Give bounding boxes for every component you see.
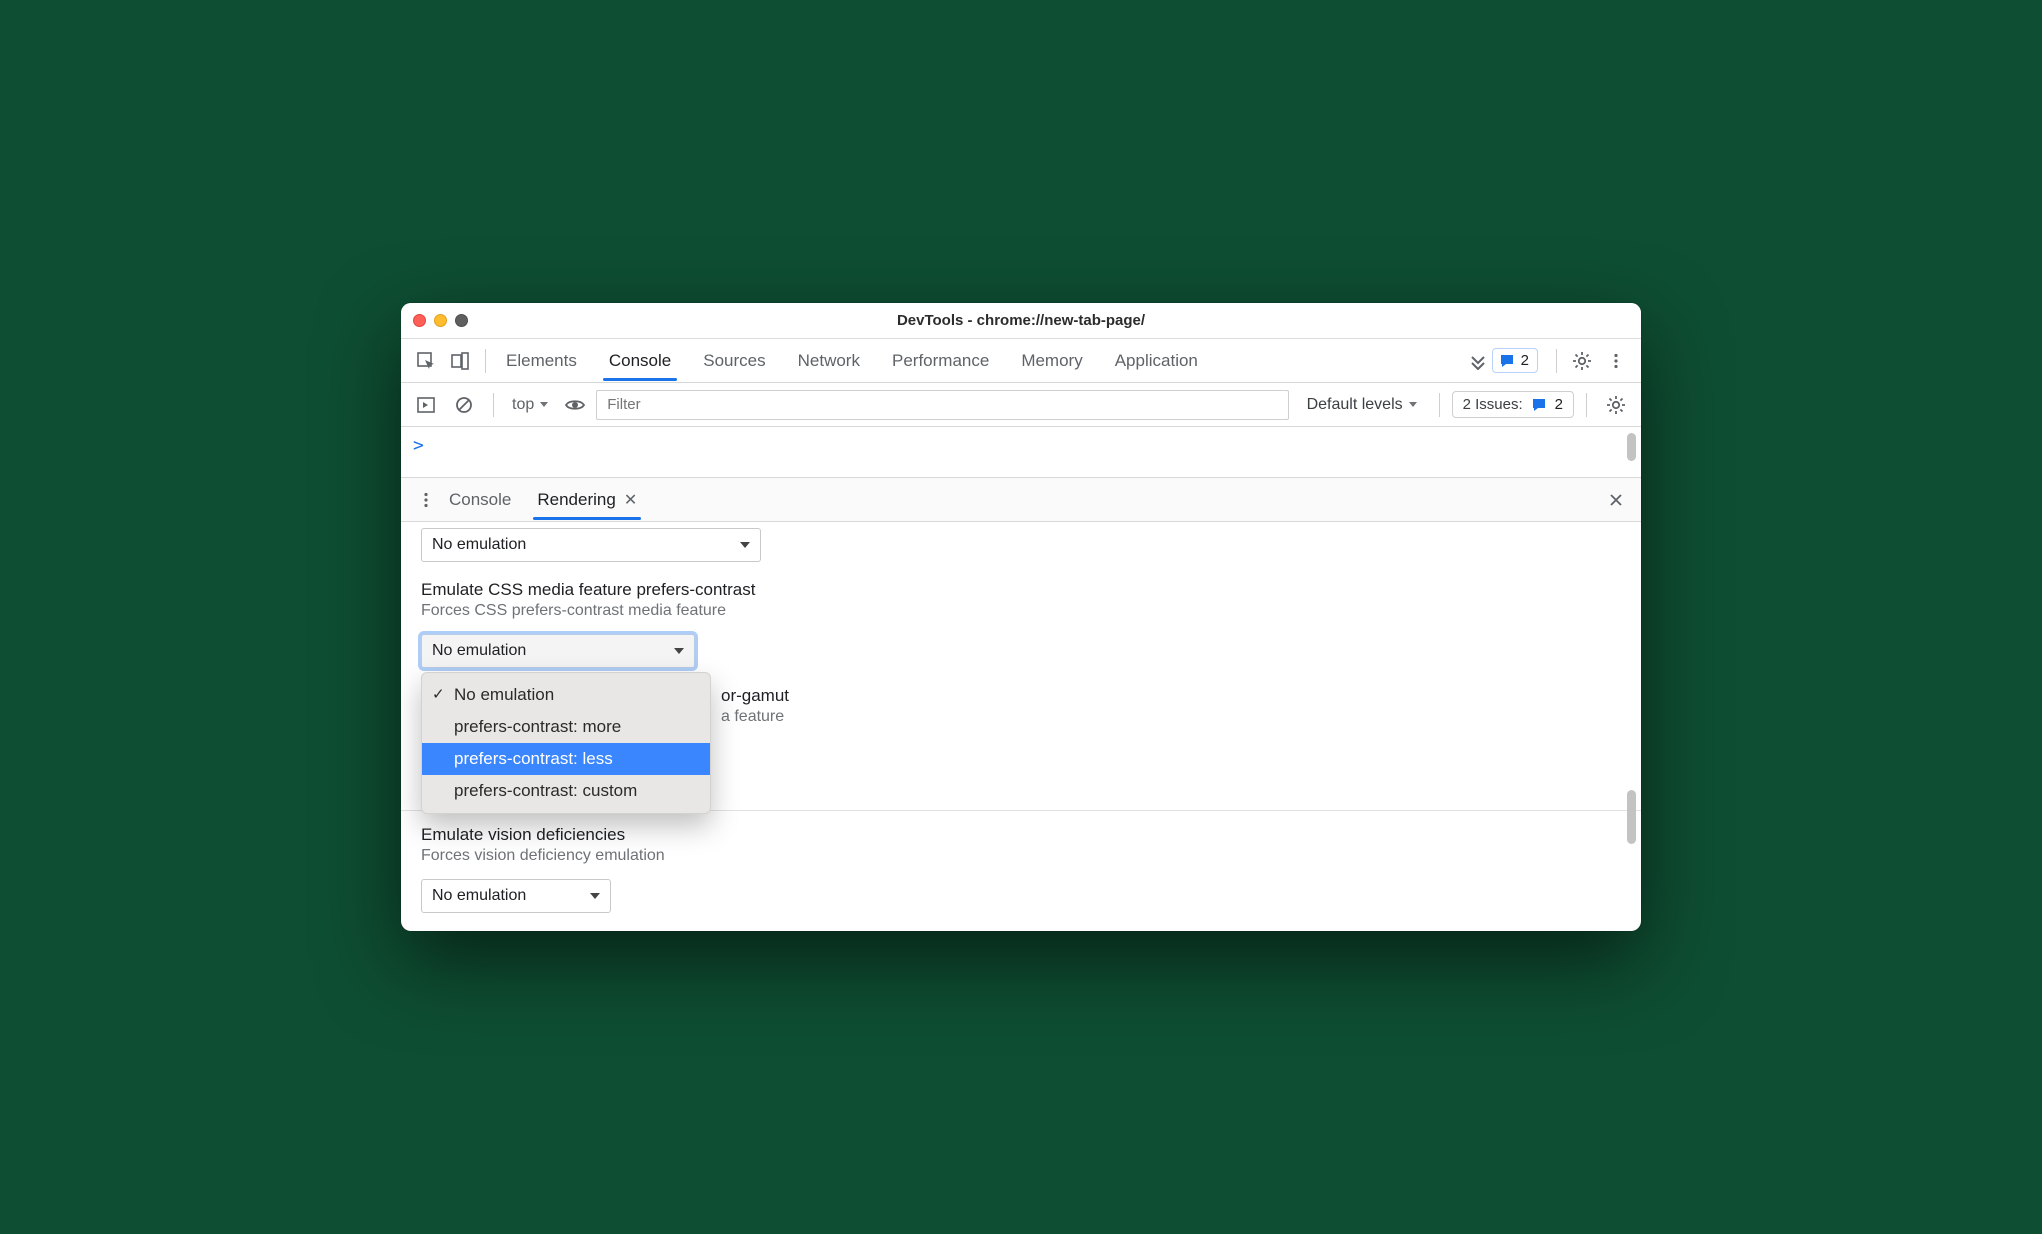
main-tabstrip: Elements Console Sources Network Perform…: [401, 339, 1641, 383]
select-value: No emulation: [432, 887, 526, 905]
devtools-window: DevTools - chrome://new-tab-page/ Elemen…: [401, 303, 1641, 931]
prefers-contrast-options: ✓ No emulation prefers-contrast: more pr…: [421, 672, 711, 814]
chevron-down-icon: [674, 648, 684, 654]
tab-network[interactable]: Network: [796, 341, 862, 380]
chat-bubble-icon: [1531, 397, 1547, 413]
messages-count: 2: [1521, 352, 1529, 369]
window-title: DevTools - chrome://new-tab-page/: [401, 312, 1641, 329]
prefers-contrast-select[interactable]: No emulation: [421, 634, 695, 668]
tab-console[interactable]: Console: [607, 341, 673, 380]
option-prefers-contrast-custom[interactable]: prefers-contrast: custom: [422, 775, 710, 807]
device-toolbar-icon[interactable]: [443, 344, 477, 378]
window-titlebar: DevTools - chrome://new-tab-page/: [401, 303, 1641, 339]
live-expression-eye-icon[interactable]: [558, 388, 592, 422]
drawer-tabstrip: Console Rendering ✕: [401, 478, 1641, 522]
execution-context-label: top: [512, 396, 534, 414]
section-title: Emulate vision deficiencies: [421, 825, 1621, 845]
section-desc: Forces vision deficiency emulation: [421, 847, 1621, 865]
chevron-down-icon: [1409, 402, 1417, 407]
divider: [1439, 393, 1440, 417]
inspect-element-icon[interactable]: [409, 344, 443, 378]
divider: [1586, 393, 1587, 417]
tab-sources[interactable]: Sources: [701, 341, 767, 380]
close-icon[interactable]: ✕: [624, 490, 637, 510]
more-tabs-icon[interactable]: [1464, 344, 1492, 378]
divider: [485, 349, 486, 373]
section-desc: Forces CSS prefers-contrast media featur…: [421, 602, 1621, 620]
drawer-tab-label: Console: [449, 490, 511, 510]
drawer-more-menu-icon[interactable]: [409, 483, 443, 517]
more-menu-icon[interactable]: [1599, 344, 1633, 378]
vision-deficiency-select[interactable]: No emulation: [421, 879, 611, 913]
messages-badge[interactable]: 2: [1492, 348, 1538, 373]
section-title-tail: or-gamut: [721, 686, 789, 706]
issues-count: 2: [1555, 396, 1563, 413]
console-prompt-icon: >: [413, 435, 424, 456]
drawer-tab-label: Rendering: [537, 490, 615, 510]
option-no-emulation[interactable]: ✓ No emulation: [422, 679, 710, 711]
tab-elements[interactable]: Elements: [504, 341, 579, 380]
chat-bubble-icon: [1499, 353, 1515, 369]
log-levels-select[interactable]: Default levels: [1307, 396, 1417, 414]
drawer-close-icon[interactable]: [1599, 483, 1633, 517]
execution-context-select[interactable]: top: [506, 392, 554, 418]
drawer-tabs: Console Rendering ✕: [447, 480, 639, 519]
option-label: prefers-contrast: custom: [454, 781, 637, 800]
tab-application[interactable]: Application: [1113, 341, 1200, 380]
section-prefers-contrast: Emulate CSS media feature prefers-contra…: [401, 562, 1641, 634]
select-value: No emulation: [432, 642, 526, 660]
console-body[interactable]: >: [401, 427, 1641, 477]
drawer-tab-console[interactable]: Console: [447, 480, 513, 519]
drawer-tab-rendering[interactable]: Rendering ✕: [535, 480, 639, 519]
section-vision-deficiencies: Emulate vision deficiencies Forces visio…: [401, 815, 1641, 879]
console-toolbar: top Default levels 2 Issues: 2: [401, 383, 1641, 427]
chevron-down-icon: [740, 542, 750, 548]
clear-console-icon[interactable]: [447, 388, 481, 422]
settings-gear-icon[interactable]: [1565, 344, 1599, 378]
chevron-down-icon: [590, 893, 600, 899]
check-icon: ✓: [432, 685, 445, 703]
tab-memory[interactable]: Memory: [1019, 341, 1084, 380]
option-prefers-contrast-less[interactable]: prefers-contrast: less: [422, 743, 710, 775]
rendering-panel: No emulation Emulate CSS media feature p…: [401, 522, 1641, 931]
issues-label: 2 Issues:: [1463, 396, 1523, 413]
chevron-down-icon: [540, 402, 548, 407]
drawer: Console Rendering ✕ No emulation Emulate…: [401, 477, 1641, 931]
select-value: No emulation: [432, 536, 526, 554]
console-settings-gear-icon[interactable]: [1599, 388, 1633, 422]
previous-feature-select[interactable]: No emulation: [421, 528, 761, 562]
option-label: prefers-contrast: more: [454, 717, 621, 736]
filter-wrap: [596, 390, 1288, 420]
divider: [493, 393, 494, 417]
divider: [1556, 349, 1557, 373]
section-desc-tail: a feature: [721, 708, 784, 726]
main-tabs: Elements Console Sources Network Perform…: [504, 341, 1200, 380]
section-title: Emulate CSS media feature prefers-contra…: [421, 580, 1621, 600]
log-levels-label: Default levels: [1307, 396, 1403, 414]
scrollbar-thumb[interactable]: [1627, 433, 1636, 461]
tab-performance[interactable]: Performance: [890, 341, 991, 380]
issues-button[interactable]: 2 Issues: 2: [1452, 391, 1574, 418]
scrollbar-thumb[interactable]: [1627, 790, 1636, 844]
toggle-sidebar-icon[interactable]: [409, 388, 443, 422]
filter-input[interactable]: [596, 390, 1288, 420]
option-prefers-contrast-more[interactable]: prefers-contrast: more: [422, 711, 710, 743]
option-label: prefers-contrast: less: [454, 749, 613, 768]
option-label: No emulation: [454, 685, 554, 704]
